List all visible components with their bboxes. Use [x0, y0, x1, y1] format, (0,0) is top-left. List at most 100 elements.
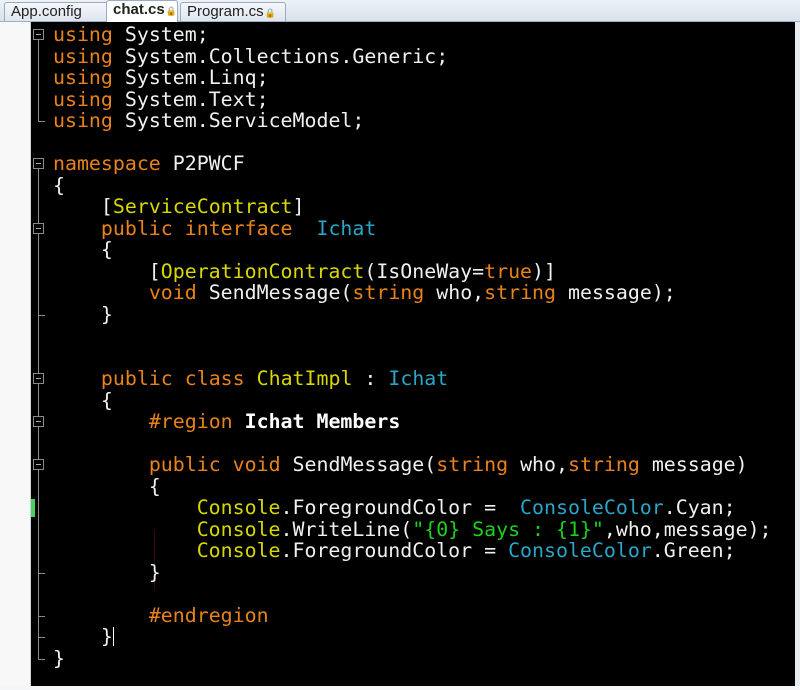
code-token: {	[53, 173, 65, 197]
code-line: using System.Linq;	[53, 67, 269, 89]
code-line: [OperationContract(IsOneWay=true)]	[53, 259, 556, 283]
code-token: string	[352, 281, 425, 304]
code-line: #endregion	[53, 603, 269, 627]
code-token: #region	[148, 410, 233, 433]
code-line: {	[53, 173, 65, 197]
outline-line	[38, 470, 39, 573]
code-token: }	[53, 560, 161, 584]
collapse-icon[interactable]	[33, 222, 44, 234]
outline-end	[38, 637, 45, 638]
outline-end	[38, 615, 45, 617]
code-token: System;	[112, 23, 209, 46]
outline-end	[38, 572, 45, 574]
code-token: }	[53, 625, 113, 648]
tab-program-cs[interactable]: Program.cs🔒	[180, 2, 286, 21]
outline-end	[38, 314, 45, 316]
collapse-icon[interactable]	[33, 459, 44, 470]
code-token: using	[53, 66, 113, 89]
code-line: #region Ichat Members	[53, 410, 401, 433]
tab-label: App.config	[11, 3, 82, 20]
code-token: true	[484, 259, 533, 283]
code-editor[interactable]: using System; using System.Collections.Ge…	[31, 22, 795, 686]
line-gutter	[0, 22, 31, 686]
tab-chat-cs[interactable]: chat.cs🔒	[106, 0, 178, 22]
code-token: ConsoleColor	[508, 539, 652, 562]
code-token: void	[232, 453, 281, 476]
code-line: using System.Text;	[53, 87, 269, 111]
code-token: using	[53, 109, 113, 132]
editor-right-edge	[795, 22, 800, 686]
tab-label: chat.cs	[113, 1, 165, 18]
code-token: interface	[184, 216, 293, 240]
code-line: Console.ForegroundColor = ConsoleColor.G…	[53, 540, 736, 562]
code-token: System.Collections.Generic;	[112, 44, 449, 68]
code-token: .WriteLine(	[280, 517, 413, 541]
collapse-icon[interactable]	[33, 373, 44, 384]
text-caret	[112, 627, 114, 646]
code-token: {	[53, 388, 113, 412]
code-token: Console	[196, 496, 281, 519]
code-token: Console	[196, 539, 281, 562]
code-token: public	[100, 367, 173, 390]
code-token: .Green;	[651, 539, 736, 562]
code-line: namespace P2PWCF	[53, 153, 245, 175]
tab-label: Program.cs	[187, 3, 264, 20]
code-token: public	[100, 216, 173, 240]
code-token: ,who,message);	[603, 517, 772, 541]
collapse-icon[interactable]	[33, 29, 44, 40]
code-token: namespace	[53, 152, 161, 175]
code-line: using System.ServiceModel;	[53, 110, 364, 132]
code-token: OperationContract	[160, 259, 365, 283]
code-token: who,	[424, 281, 485, 304]
code-line: {	[53, 239, 113, 261]
code-line: [ServiceContract]	[53, 196, 305, 218]
code-token: .Cyan;	[663, 496, 736, 519]
code-line: public void SendMessage(string who,strin…	[53, 454, 748, 476]
code-line: Console.WriteLine("{0} Says : {1}",who,m…	[53, 517, 772, 541]
outline-end	[38, 658, 45, 660]
collapse-icon[interactable]	[33, 158, 44, 169]
code-token: ]	[292, 195, 305, 218]
lock-icon: 🔒	[165, 6, 177, 16]
change-marker	[31, 499, 35, 517]
code-line: }	[53, 626, 114, 648]
code-token: }	[53, 646, 65, 670]
code-token: #endregion	[148, 603, 269, 627]
code-line: using System.Collections.Generic;	[53, 44, 449, 68]
outline-end	[38, 121, 45, 122]
outline-line	[38, 40, 39, 121]
code-token: SendMessage(	[196, 281, 353, 304]
collapse-icon[interactable]	[33, 416, 44, 427]
code-token: ChatImpl	[256, 367, 353, 390]
code-line: Console.ForegroundColor = ConsoleColor.C…	[53, 497, 736, 519]
code-line: }	[53, 646, 65, 670]
code-token: SendMessage(	[280, 453, 437, 476]
code-token: :	[352, 367, 389, 390]
code-token: P2PWCF	[160, 152, 245, 175]
code-token: using	[53, 87, 113, 111]
code-token: System.Text;	[112, 87, 269, 111]
code-token: using	[53, 23, 113, 46]
code-line: }	[53, 303, 113, 326]
code-line: {	[53, 474, 161, 498]
code-token: {	[53, 474, 161, 498]
code-token: [	[53, 195, 113, 218]
code-token: Ichat	[316, 216, 377, 240]
outline-line	[38, 233, 39, 315]
code-line: public interface Ichat	[53, 216, 377, 240]
tab-app-config[interactable]: App.config	[4, 2, 110, 21]
code-token: System.Linq;	[112, 66, 269, 89]
